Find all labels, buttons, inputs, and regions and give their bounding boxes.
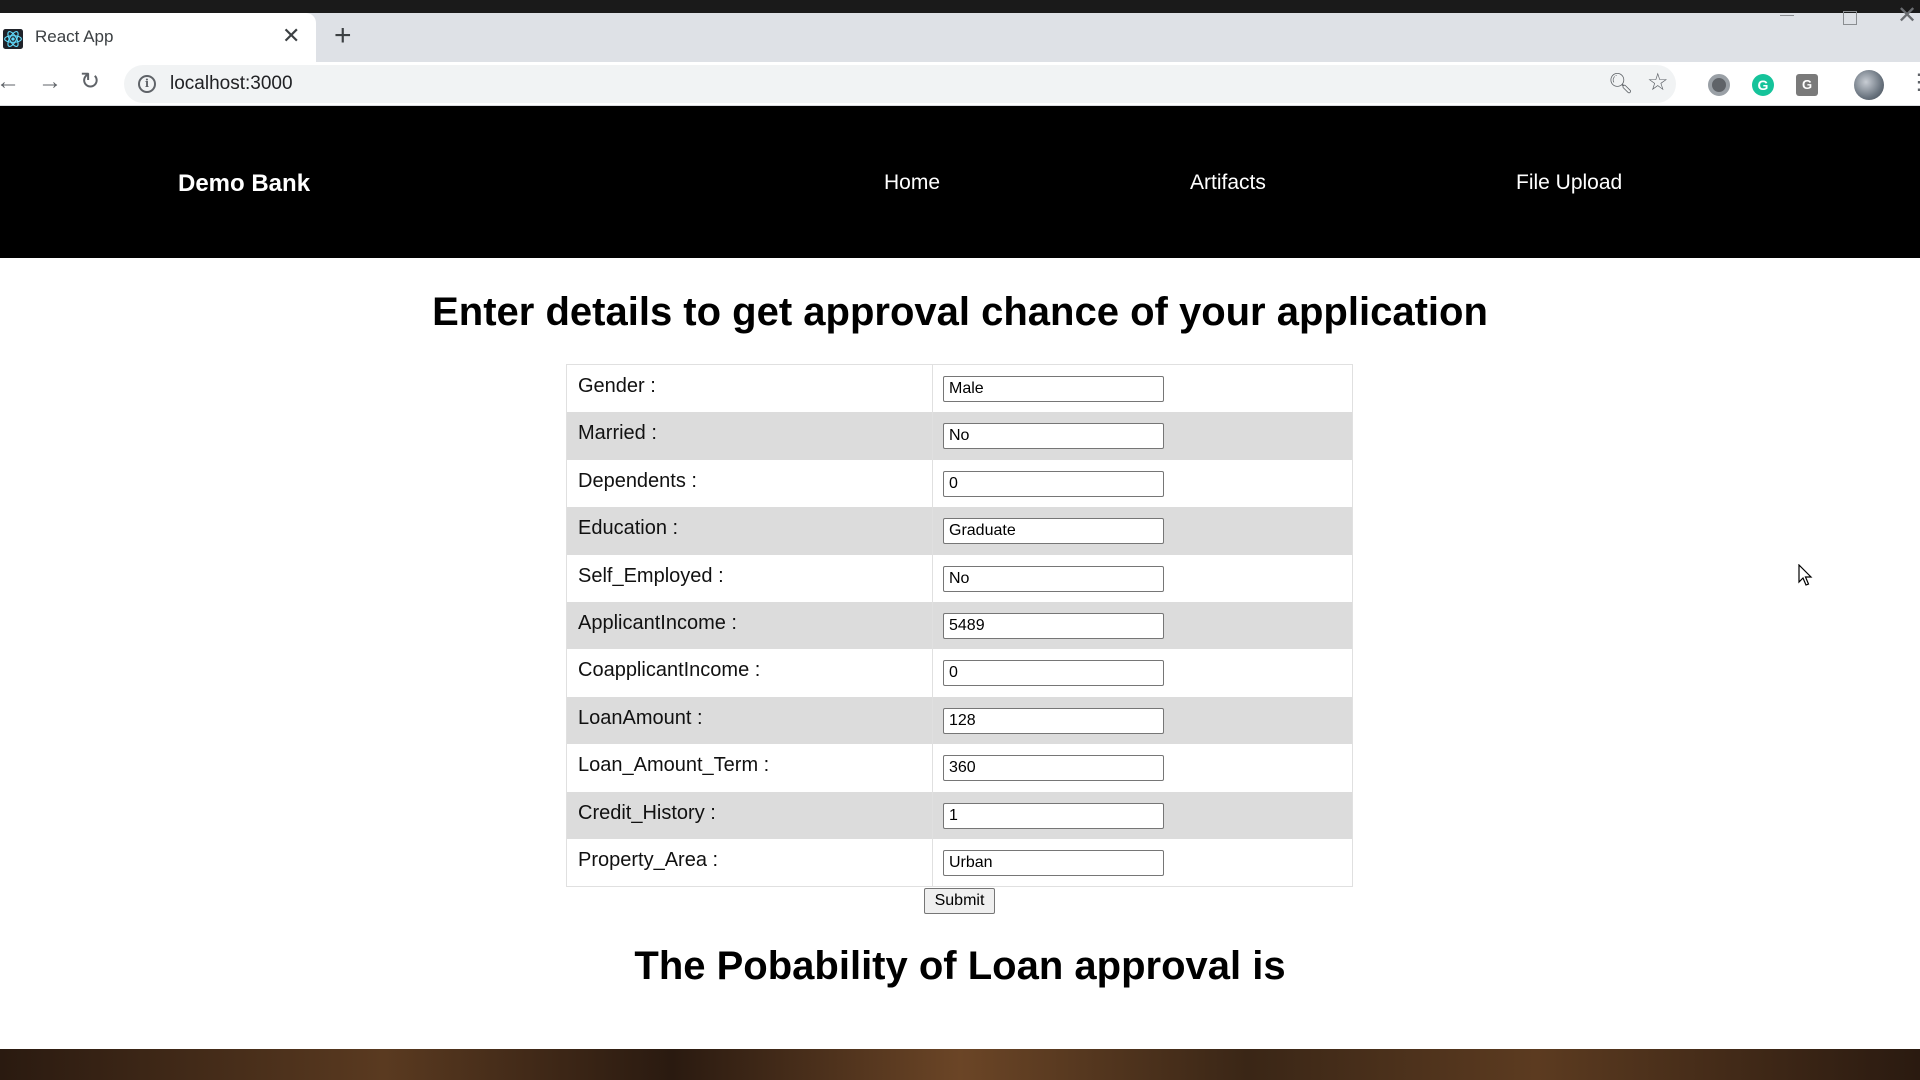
gender-input[interactable] (943, 376, 1164, 402)
loan-amount-input[interactable] (943, 707, 1164, 734)
gender-label: Gender : (567, 365, 933, 413)
react-logo-icon (3, 29, 23, 49)
married-label: Married : (567, 412, 933, 460)
background-image-strip (0, 1049, 1920, 1080)
form-row-gender: Gender : (567, 365, 1352, 413)
education-input[interactable] (943, 518, 1164, 545)
nav-link-artifacts[interactable]: Artifacts (1190, 171, 1266, 195)
window-close-icon[interactable]: ✕ (1897, 1, 1917, 30)
applicant-income-label: ApplicantIncome : (567, 601, 933, 650)
coapplicant-income-input[interactable] (943, 660, 1164, 687)
credit-history-label: Credit_History : (567, 791, 933, 839)
married-input[interactable] (943, 423, 1164, 450)
result-text: The Pobability of Loan approval is (634, 944, 1286, 988)
form-row-dependents: Dependents : (567, 459, 1352, 508)
dependents-label: Dependents : (567, 459, 933, 508)
form-row-married: Married : (567, 412, 1352, 460)
form-row-loan-amount-term: Loan_Amount_Term : (567, 744, 1352, 792)
browser-tab[interactable]: React App ✕ (0, 13, 316, 62)
self-employed-label: Self_Employed : (567, 554, 933, 602)
url-text[interactable]: localhost:3000 (170, 73, 293, 95)
zoom-icon[interactable]: 🔍︎ (1608, 71, 1633, 96)
window-minimize-icon[interactable] (1776, 13, 1798, 29)
g-extension-icon[interactable]: G (1796, 74, 1818, 96)
grammarly-icon[interactable]: G (1752, 74, 1774, 96)
browser-toolbar: ← → ↻ i localhost:3000 🔍︎ ☆ G G ⋮ (0, 62, 1920, 106)
mouse-cursor-icon (1798, 564, 1813, 586)
loan-amount-term-input[interactable] (943, 755, 1164, 782)
brand-logo[interactable]: Demo Bank (178, 170, 310, 198)
form-row-applicant-income: ApplicantIncome : (567, 601, 1352, 650)
applicant-income-input[interactable] (943, 612, 1164, 639)
form-row-credit-history: Credit_History : (567, 791, 1352, 839)
education-label: Education : (567, 507, 933, 555)
tab-title: React App (35, 27, 114, 46)
loan-amount-term-label: Loan_Amount_Term : (567, 744, 933, 792)
page-title: Enter details to get approval chance of … (432, 290, 1488, 334)
self-employed-input[interactable] (943, 565, 1164, 592)
info-icon[interactable]: i (138, 75, 156, 93)
window-frame-top (0, 0, 1920, 13)
new-tab-icon[interactable]: + (334, 19, 352, 53)
profile-avatar[interactable] (1854, 70, 1884, 100)
address-bar[interactable]: i localhost:3000 🔍︎ ☆ (124, 65, 1676, 103)
form-row-loan-amount: LoanAmount : (567, 696, 1352, 745)
menu-dots-icon[interactable]: ⋮ (1908, 68, 1920, 96)
loan-form-table: Gender : Married : Dependents : Educatio… (566, 364, 1353, 888)
form-row-coapplicant-income: CoapplicantIncome : (567, 649, 1352, 697)
coapplicant-income-label: CoapplicantIncome : (567, 649, 933, 697)
form-row-property-area: Property_Area : (567, 838, 1352, 887)
form-row-self-employed: Self_Employed : (567, 554, 1352, 602)
property-area-input[interactable] (943, 849, 1164, 876)
nav-link-home[interactable]: Home (884, 171, 940, 195)
window-maximize-icon[interactable] (1843, 11, 1857, 25)
property-area-label: Property_Area : (567, 838, 933, 887)
forward-arrow-icon[interactable]: → (38, 68, 62, 96)
reload-icon[interactable]: ↻ (80, 68, 100, 96)
tab-close-icon[interactable]: ✕ (282, 24, 300, 48)
credit-history-input[interactable] (943, 802, 1164, 829)
loan-amount-label: LoanAmount : (567, 696, 933, 745)
back-arrow-icon[interactable]: ← (0, 68, 20, 96)
extension-icon[interactable] (1708, 74, 1730, 96)
dependents-input[interactable] (943, 470, 1164, 497)
bookmark-star-icon[interactable]: ☆ (1647, 68, 1669, 97)
tab-bar: React App ✕ + ✕ (0, 2, 1920, 62)
submit-button[interactable]: Submit (924, 888, 995, 914)
nav-link-file-upload[interactable]: File Upload (1516, 171, 1622, 195)
site-navbar: Demo Bank Home Artifacts File Upload (0, 106, 1920, 258)
form-row-education: Education : (567, 507, 1352, 555)
